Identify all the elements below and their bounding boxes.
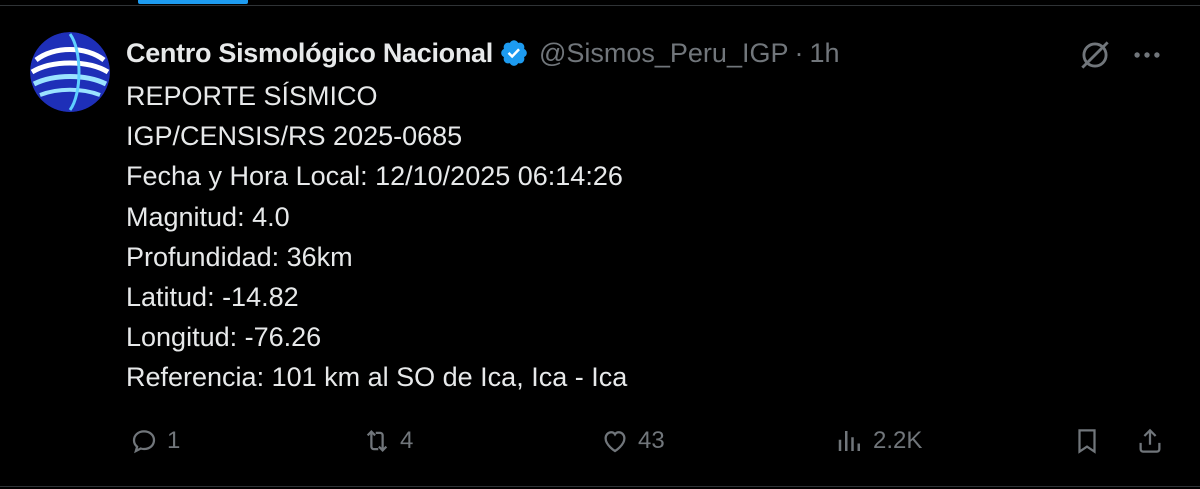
tweet-line: Magnitud: 4.0 xyxy=(126,201,290,232)
tweet-line: Profundidad: 36km xyxy=(126,241,353,272)
bookmark-button[interactable] xyxy=(1072,418,1102,464)
tweet-line: REPORTE SÍSMICO xyxy=(126,81,378,111)
tab-indicator xyxy=(138,0,248,4)
user-handle[interactable]: @Sismos_Peru_IGP xyxy=(539,38,789,69)
bookmark-icon xyxy=(1078,429,1096,454)
repost-count: 4 xyxy=(400,427,414,454)
analytics-icon xyxy=(838,431,860,451)
reply-icon xyxy=(132,430,156,454)
divider xyxy=(0,486,1200,487)
tweet-line: Fecha y Hora Local: 12/10/2025 06:14:26 xyxy=(126,161,623,192)
more-icon[interactable] xyxy=(1130,38,1164,72)
timestamp[interactable]: 1h xyxy=(809,38,839,69)
views-button[interactable]: 2.2K xyxy=(835,418,922,464)
tweet-line: Referencia: 101 km al SO de Ica, Ica - I… xyxy=(126,362,628,393)
grok-icon[interactable] xyxy=(1076,36,1114,74)
verified-badge-icon[interactable] xyxy=(499,38,529,68)
tweet-line: Latitud: -14.82 xyxy=(126,282,299,313)
tweet-text: REPORTE SÍSMICO IGP/CENSIS/RS 2025-0685 … xyxy=(126,76,627,398)
share-icon xyxy=(1139,428,1161,453)
seismograph-logo-icon xyxy=(30,32,110,112)
divider xyxy=(0,5,1200,6)
like-button[interactable]: 43 xyxy=(600,418,665,464)
display-name[interactable]: Centro Sismológico Nacional xyxy=(126,38,493,69)
avatar[interactable] xyxy=(30,32,110,112)
repost-button[interactable]: 4 xyxy=(362,418,413,464)
repost-icon xyxy=(366,430,388,452)
reply-button[interactable]: 1 xyxy=(129,418,180,464)
separator-dot: · xyxy=(794,37,804,68)
action-bar: 1 4 43 2.2K xyxy=(0,418,1200,464)
tweet-line: IGP/CENSIS/RS 2025-0685 xyxy=(126,121,463,152)
tweet-header: Centro Sismológico Nacional @Sismos_Peru… xyxy=(126,33,840,73)
share-button[interactable] xyxy=(1135,418,1165,464)
heart-icon xyxy=(604,431,626,453)
tweet-line: Longitud: -76.26 xyxy=(126,322,322,353)
like-count: 43 xyxy=(638,427,665,454)
views-count: 2.2K xyxy=(873,427,923,454)
reply-count: 1 xyxy=(167,427,181,454)
